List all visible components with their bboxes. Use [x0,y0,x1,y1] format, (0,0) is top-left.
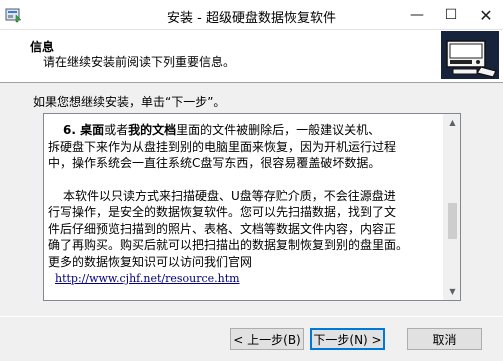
website-link[interactable]: http://www.cjhf.net/resource.htm [55,271,240,288]
page-subtitle: 请在继续安装前阅读下列重要信息。 [43,55,236,69]
close-button[interactable]: ✕ [469,0,503,30]
back-button[interactable]: < 上一步(B) [230,328,304,350]
info-paragraph-2: 本软件以只读方式来扫描硬盘、U盘等存贮介质，不会往源盘进 行写操作，是安全的数据… [48,188,442,288]
next-button[interactable]: 下一步(N) > [310,328,385,350]
info-fragment: 或者 [104,123,129,137]
wizard-header: 信息 请在继续安装前阅读下列重要信息。 [0,30,503,83]
item-number: 6. [63,123,81,137]
vertical-scrollbar[interactable]: ▲ ▼ [443,114,460,300]
footer-divider [0,316,503,317]
bold-term-desktop: 桌面 [80,123,105,137]
info-line: 拆硬盘下来作为从盘挂到别的电脑里面来恢复，因为开机运行过程 [48,139,397,154]
info-line: 6. 桌面或者我的文档里面的文件被删除后，一般建议关机、 [48,122,442,139]
info-line: 行写操作，是安全的数据恢复软件。您可以先扫描数据，找到了文 [48,205,397,219]
info-textbox[interactable]: 6. 桌面或者我的文档里面的文件被删除后，一般建议关机、 拆硬盘下来作为从盘挂到… [43,113,461,301]
info-line: 确了再购买。购买后就可以把扫描出的数据复制恢复到别的盘里面。 [48,238,409,252]
scrollbar-thumb[interactable] [448,203,457,239]
info-line: 中，操作系统会一直往系统C盘写东西，很容易覆盖破坏数据。 [48,156,381,170]
scroll-down-arrow-icon[interactable]: ▼ [444,283,460,300]
maximize-button[interactable]: ☐ [434,0,468,30]
disk-recovery-logo-icon [441,31,499,79]
bold-term-documents: 我的文档 [128,123,177,137]
title-bar: 安装 - 超级硬盘数据恢复软件 — ☐ ✕ [0,0,503,30]
info-paragraph-1: 6. 桌面或者我的文档里面的文件被删除后，一般建议关机、 拆硬盘下来作为从盘挂到… [48,122,442,172]
intro-text: 如果您想继续安装，单击“下一步”。 [33,95,226,109]
info-line: 本软件以只读方式来扫描硬盘、U盘等存贮介质，不会往源盘进 [63,188,396,203]
cancel-button[interactable]: 取消 [407,328,482,350]
info-line: 更多的数据恢复知识可以访问我们官网 [48,254,253,269]
info-fragment: 里面的文件被删除后，一般建议关机、 [176,123,381,137]
scroll-up-arrow-icon[interactable]: ▲ [444,114,460,131]
info-content: 6. 桌面或者我的文档里面的文件被删除后，一般建议关机、 拆硬盘下来作为从盘挂到… [48,122,442,288]
minimize-button[interactable]: — [400,0,434,30]
info-line: 件后仔细预览扫描到的照片、表格、文档等数据文件内容，内容正 [48,221,397,236]
